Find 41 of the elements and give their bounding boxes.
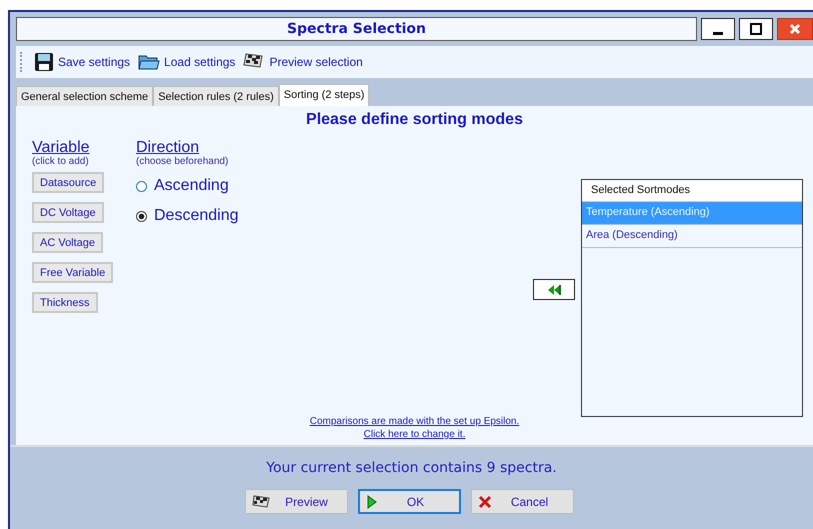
tab[interactable]: General selection scheme [16, 86, 154, 106]
radio-option[interactable]: Ascending [136, 171, 229, 201]
toolbar-button[interactable]: Load settings [136, 53, 238, 71]
radio-button[interactable] [136, 180, 147, 192]
dialog-button[interactable]: Preview [245, 489, 348, 514]
toolbar-button[interactable]: Preview selection [241, 52, 365, 72]
dialog-button[interactable]: OK [358, 489, 461, 514]
column-title: Direction [136, 139, 200, 156]
variable-button[interactable]: Free Variable [32, 262, 114, 283]
checkered-flag-icon [252, 494, 272, 510]
status-text: Your current selection contains 9 spectra. [266, 460, 557, 476]
tab[interactable]: Sorting (2 steps) [278, 84, 370, 106]
dialog-button[interactable]: Cancel [471, 489, 574, 514]
minimize-icon [713, 32, 723, 34]
variable-button[interactable]: DC Voltage [32, 202, 104, 223]
link[interactable]: Click here to change it. [364, 428, 466, 441]
window-title: Spectra Selection [16, 17, 697, 41]
radio-option[interactable]: Descending [136, 201, 238, 231]
column-title: Variable [32, 139, 90, 156]
column-hint: (click to add) [32, 156, 89, 167]
column-hint: (choose beforehand) [136, 156, 228, 167]
double-arrow-left-icon [547, 284, 561, 296]
link[interactable]: Comparisons are made with the set up Epsilon. [310, 415, 520, 428]
folder-icon [138, 53, 160, 71]
play-icon [366, 494, 378, 508]
toolbar-button[interactable]: Save settings [32, 52, 132, 72]
variable-button[interactable]: Thickness [32, 292, 98, 313]
close-icon [789, 23, 801, 35]
list-item[interactable]: Area (Descending) [582, 225, 802, 248]
maximize-icon [750, 23, 762, 35]
close-button[interactable] [777, 18, 813, 40]
section-heading: Please define sorting modes [305, 111, 524, 129]
list-header: Selected Sortmodes [582, 180, 802, 202]
variable-button[interactable]: AC Voltage [32, 232, 104, 253]
tab[interactable]: Selection rules (2 rules) [153, 86, 279, 106]
maximize-button[interactable] [739, 18, 773, 40]
move-left-button[interactable] [533, 279, 575, 300]
radio-button[interactable] [136, 210, 147, 222]
variable-button[interactable]: Datasource [32, 172, 104, 193]
minimize-button[interactable] [701, 18, 735, 40]
cross-icon [478, 494, 492, 508]
